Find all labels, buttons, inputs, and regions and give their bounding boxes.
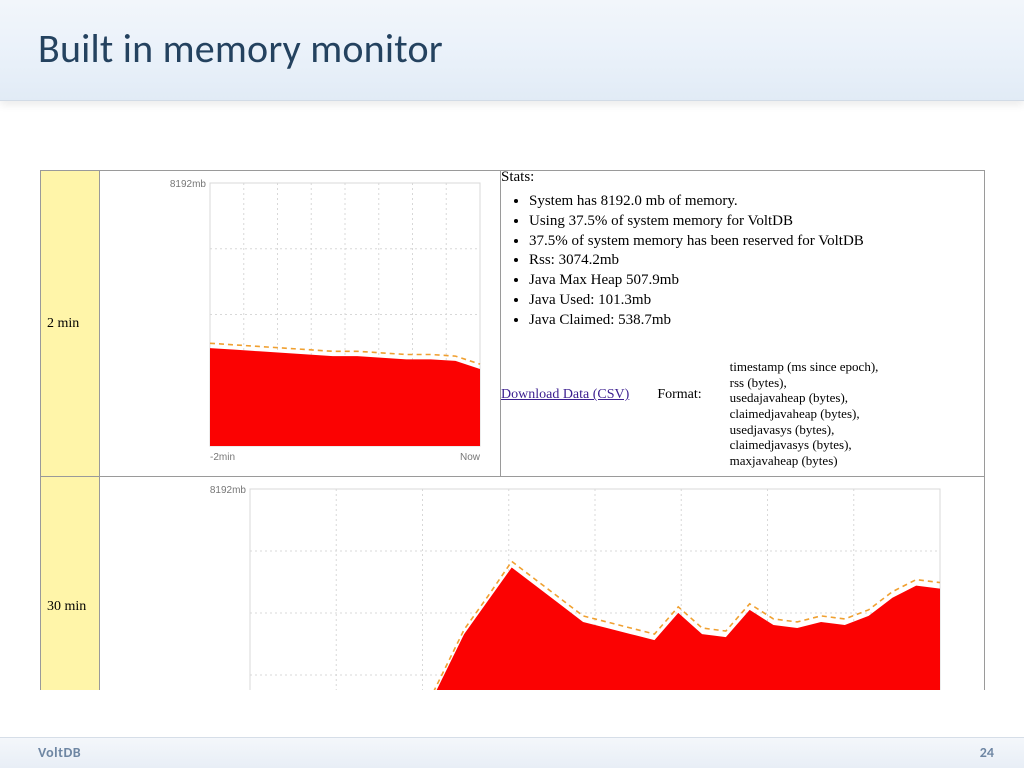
memory-monitor-table: 2 min 8192mb -2min Now Stats: System has 8… bbox=[40, 170, 985, 690]
svg-text:8192mb: 8192mb bbox=[170, 179, 207, 190]
download-csv-link[interactable]: Download Data (CSV) bbox=[501, 359, 629, 403]
page-number: 24 bbox=[980, 744, 994, 761]
stats-item: 37.5% of system memory has been reserved… bbox=[529, 232, 984, 251]
stats-cell: Stats: System has 8192.0 mb of memory.Us… bbox=[501, 171, 985, 477]
monitor-row-30min: 30 min 8192mb-30minNow bbox=[41, 477, 985, 691]
monitor-row-2min: 2 min 8192mb -2min Now Stats: System has 8… bbox=[41, 171, 985, 477]
format-description: timestamp (ms since epoch),rss (bytes),u… bbox=[730, 359, 879, 468]
svg-text:8192mb: 8192mb bbox=[210, 485, 247, 496]
stats-item: Rss: 3074.2mb bbox=[529, 251, 984, 270]
slide-body: 2 min 8192mb -2min Now Stats: System has 8… bbox=[40, 170, 985, 690]
stats-item: Java Used: 101.3mb bbox=[529, 291, 984, 310]
time-strip-30min: 30 min bbox=[41, 477, 100, 691]
chart-2min-cell: 8192mb -2min Now bbox=[100, 171, 501, 477]
slide-footer: VoltDB 24 bbox=[0, 737, 1024, 768]
download-row: Download Data (CSV) Format: timestamp (m… bbox=[501, 359, 984, 468]
stats-item: Java Claimed: 538.7mb bbox=[529, 311, 984, 330]
stats-list: System has 8192.0 mb of memory.Using 37.… bbox=[501, 192, 984, 329]
footer-brand: VoltDB bbox=[38, 744, 81, 761]
chart-2min: 8192mb -2min Now bbox=[100, 171, 500, 476]
svg-text:Now: Now bbox=[460, 452, 481, 463]
time-label-2min: 2 min bbox=[47, 316, 79, 332]
chart-30min: 8192mb-30minNow bbox=[100, 477, 980, 690]
slide-title: Built in memory monitor bbox=[0, 0, 1024, 73]
title-band: Built in memory monitor bbox=[0, 0, 1024, 101]
chart-30min-cell: 8192mb-30minNow bbox=[100, 477, 985, 691]
time-strip-2min: 2 min bbox=[41, 171, 100, 477]
stats-item: System has 8192.0 mb of memory. bbox=[529, 192, 984, 211]
stats-item: Java Max Heap 507.9mb bbox=[529, 271, 984, 290]
format-label: Format: bbox=[657, 359, 701, 403]
stats-heading: Stats: bbox=[501, 170, 984, 186]
time-label-30min: 30 min bbox=[47, 599, 86, 615]
stats-item: Using 37.5% of system memory for VoltDB bbox=[529, 212, 984, 231]
svg-text:-2min: -2min bbox=[210, 452, 235, 463]
